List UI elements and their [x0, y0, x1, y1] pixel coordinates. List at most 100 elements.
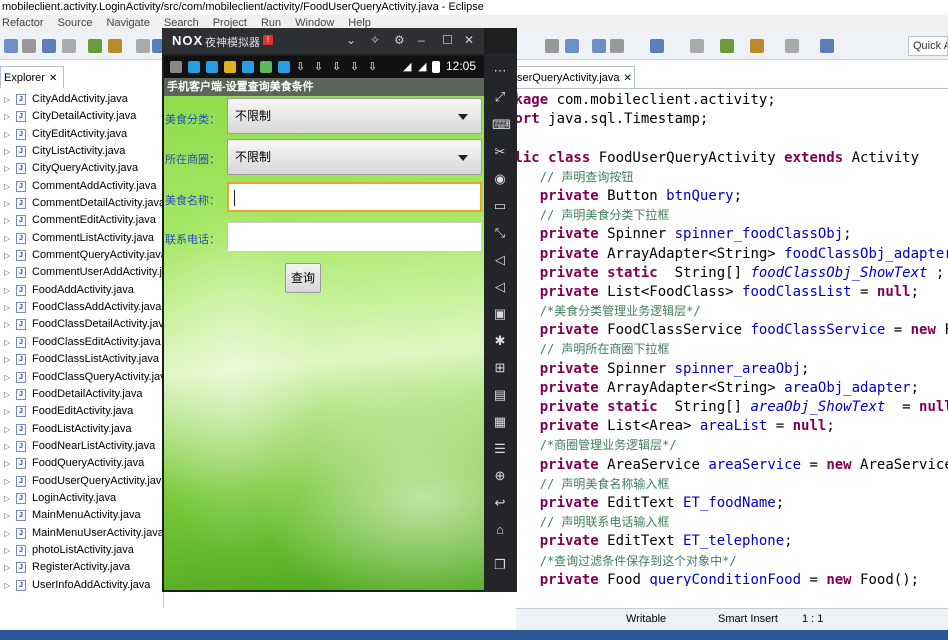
maximize-icon[interactable]: ☐	[442, 33, 453, 47]
toolbar-icon[interactable]	[785, 39, 799, 53]
toolbar-icon[interactable]	[565, 39, 579, 53]
file-item[interactable]: ▷ J CityDetailActivity.java	[0, 108, 164, 125]
file-item[interactable]: ▷ J FoodClassListActivity.java	[0, 351, 164, 368]
file-item[interactable]: ▷ J FoodClassQueryActivity.java	[0, 369, 172, 386]
file-item[interactable]: ▷ J CommentListActivity.java	[0, 230, 164, 247]
record-icon[interactable]: ▤	[492, 388, 508, 402]
toolbar-icon[interactable]	[88, 39, 102, 53]
telephone-input[interactable]	[227, 222, 482, 252]
fullscreen-icon[interactable]: ⤢	[492, 90, 508, 104]
expand-arrow-icon[interactable]: ▷	[4, 369, 10, 386]
toolbar-icon[interactable]	[62, 39, 76, 53]
add-icon[interactable]: ⊕	[492, 469, 508, 483]
minimize-icon[interactable]: –	[418, 33, 425, 47]
file-item[interactable]: ▷ J CommentEditActivity.java	[0, 212, 164, 229]
expand-arrow-icon[interactable]: ▷	[4, 143, 10, 160]
file-item[interactable]: ▷ J CommentQueryActivity.java	[0, 247, 167, 264]
food-class-spinner[interactable]: 不限制	[227, 98, 482, 134]
expand-arrow-icon[interactable]: ▷	[4, 282, 10, 299]
file-item[interactable]: ▷ J CommentUserAddActivity.java	[0, 264, 180, 281]
toolbar-icon[interactable]	[108, 39, 122, 53]
code-area[interactable]: ckage com.mobileclient.activity; port jav…	[506, 91, 948, 586]
screenshot-icon[interactable]: ▣	[492, 307, 508, 321]
recent-apps-icon[interactable]: ❐	[492, 558, 508, 572]
file-item[interactable]: ▷ J FoodClassEditActivity.java	[0, 334, 164, 351]
expand-arrow-icon[interactable]: ▷	[4, 316, 10, 333]
menu-item[interactable]: Source	[58, 17, 93, 29]
expand-arrow-icon[interactable]: ▷	[4, 108, 10, 125]
volume-up-icon[interactable]: ◁	[492, 253, 508, 267]
shake-icon[interactable]: ✱	[492, 334, 508, 348]
alert-badge[interactable]: !	[263, 35, 273, 45]
expand-arrow-icon[interactable]: ▷	[4, 212, 10, 229]
file-item[interactable]: ▷ J FoodDetailActivity.java	[0, 386, 164, 403]
file-item[interactable]: ▷ J FoodNearListActivity.java	[0, 438, 164, 455]
file-item[interactable]: ▷ J LoginActivity.java	[0, 490, 164, 507]
close-icon[interactable]: ✕	[49, 73, 57, 84]
expand-arrow-icon[interactable]: ▷	[4, 351, 10, 368]
toolbar-icon[interactable]	[720, 39, 734, 53]
toolbar-icon[interactable]	[592, 39, 606, 53]
expand-arrow-icon[interactable]: ▷	[4, 160, 10, 177]
area-spinner[interactable]: 不限制	[227, 139, 482, 175]
expand-arrow-icon[interactable]: ▷	[4, 334, 10, 351]
file-item[interactable]: ▷ J FoodUserQueryActivity.java	[0, 473, 168, 490]
file-item[interactable]: ▷ J FoodListActivity.java	[0, 421, 164, 438]
expand-arrow-icon[interactable]: ▷	[4, 91, 10, 108]
multi-window-icon[interactable]: ⊞	[492, 361, 508, 375]
file-item[interactable]: ▷ JphotoListActivity.java	[0, 542, 164, 559]
expand-arrow-icon[interactable]: ▷	[4, 542, 10, 559]
toolbar-icon[interactable]	[136, 39, 150, 53]
file-item[interactable]: ▷ J CityListActivity.java	[0, 143, 164, 160]
file-item[interactable]: ▷ J CommentDetailActivity.java	[0, 195, 165, 212]
file-item[interactable]: ▷ J UserInfoAddActivity.java	[0, 577, 164, 594]
expand-arrow-icon[interactable]: ▷	[4, 299, 10, 316]
toolbar-icon[interactable]	[750, 39, 764, 53]
expand-arrow-icon[interactable]: ▷	[4, 438, 10, 455]
toolbar-icon[interactable]	[690, 39, 704, 53]
file-item[interactable]: ▷ J CityQueryActivity.java	[0, 160, 164, 177]
file-item[interactable]: ▷ J FoodEditActivity.java	[0, 403, 164, 420]
toolbar-icon[interactable]	[650, 39, 664, 53]
file-item[interactable]: ▷ J CommentAddActivity.java	[0, 178, 164, 195]
menu-item[interactable]: Navigate	[106, 17, 149, 29]
file-item[interactable]: ▷ J CityEditActivity.java	[0, 126, 164, 143]
close-icon[interactable]: ✕	[464, 33, 474, 47]
expand-arrow-icon[interactable]: ▷	[4, 455, 10, 472]
gear-icon[interactable]: ⚙	[394, 33, 405, 47]
expand-arrow-icon[interactable]: ▷	[4, 525, 10, 542]
expand-arrow-icon[interactable]: ▷	[4, 507, 10, 524]
back-arrow-icon[interactable]: ↩	[492, 496, 508, 510]
expand-arrow-icon[interactable]: ▷	[4, 490, 10, 507]
chevron-down-icon[interactable]: ⌄	[346, 33, 356, 47]
expand-arrow-icon[interactable]: ▷	[4, 247, 10, 264]
toolbar-icon[interactable]	[42, 39, 56, 53]
expand-arrow-icon[interactable]: ▷	[4, 577, 10, 594]
folder-icon[interactable]: ▦	[492, 415, 508, 429]
editor-tab[interactable]: serQueryActivity.java ✕	[510, 66, 635, 88]
expand-arrow-icon[interactable]: ▷	[4, 195, 10, 212]
home-icon[interactable]: ⌂	[492, 523, 508, 537]
file-item[interactable]: ▷ J CityAddActivity.java	[0, 91, 164, 108]
file-item[interactable]: ▷ J FoodClassDetailActivity.java	[0, 316, 170, 333]
expand-arrow-icon[interactable]: ▷	[4, 264, 10, 281]
close-icon[interactable]: ✕	[624, 73, 632, 84]
expand-arrow-icon[interactable]: ▷	[4, 403, 10, 420]
toolbar-icon[interactable]	[820, 39, 834, 53]
expand-arrow-icon[interactable]: ▷	[4, 559, 10, 576]
toolbar-icon[interactable]	[545, 39, 559, 53]
expand-arrow-icon[interactable]: ▷	[4, 230, 10, 247]
expand-arrow-icon[interactable]: ▷	[4, 473, 10, 490]
toolbar-icon[interactable]	[610, 39, 624, 53]
more-icon[interactable]: ⋯	[492, 64, 508, 78]
screen-icon[interactable]: ▭	[492, 199, 508, 213]
toolbar-icon[interactable]	[4, 39, 18, 53]
file-item[interactable]: ▷ J RegisterActivity.java	[0, 559, 164, 576]
scissors-icon[interactable]: ✂	[492, 145, 508, 159]
expand-arrow-icon[interactable]: ▷	[4, 126, 10, 143]
expand-arrow-icon[interactable]: ▷	[4, 386, 10, 403]
explorer-tab[interactable]: Explorer ✕	[0, 66, 64, 88]
file-item[interactable]: ▷ J MainMenuUserActivity.java	[0, 525, 164, 542]
pin-icon[interactable]: ✧	[370, 33, 380, 47]
file-item[interactable]: ▷ J FoodClassAddActivity.java	[0, 299, 164, 316]
